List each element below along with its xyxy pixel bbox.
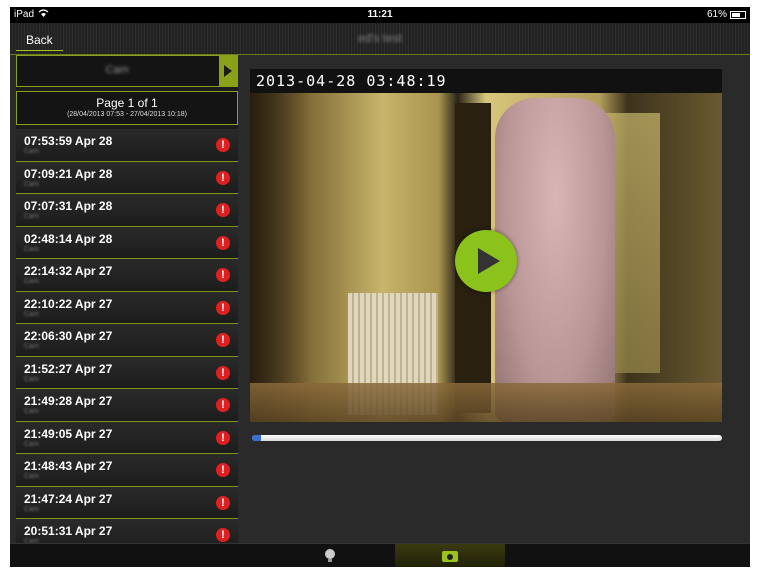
event-time: 21:49:05 Apr 27 xyxy=(24,426,113,441)
event-time: 21:48:43 Apr 27 xyxy=(24,459,113,473)
status-bar: iPad 11:21 61% xyxy=(10,7,750,23)
video-progress-fill xyxy=(252,435,262,441)
event-time: 07:07:31 Apr 28 xyxy=(24,199,113,213)
event-camera: Cam xyxy=(24,440,39,448)
webcam-icon xyxy=(325,549,335,563)
event-time: 02:48:14 Apr 28 xyxy=(24,231,113,246)
alert-icon: ! xyxy=(216,365,230,380)
event-row[interactable]: 22:06:30 Apr 27 Cam! xyxy=(16,324,238,357)
event-row[interactable]: 07:07:31 Apr 28 Cam! xyxy=(16,194,238,227)
event-time: 21:47:24 Apr 27 xyxy=(24,491,113,506)
event-row[interactable]: 22:14:32 Apr 27 Cam! xyxy=(16,259,238,292)
event-time: 07:53:59 Apr 28 xyxy=(24,134,113,148)
event-row[interactable]: 07:53:59 Apr 28 Cam! xyxy=(16,129,238,162)
event-row[interactable]: 21:49:05 Apr 27 Cam! xyxy=(16,421,238,454)
event-camera: Cam xyxy=(24,245,39,253)
alert-icon: ! xyxy=(216,235,230,250)
status-time: 11:21 xyxy=(367,9,393,20)
event-camera: Cam xyxy=(24,310,39,318)
video-timestamp: 2013-04-28 03:48:19 xyxy=(250,69,722,93)
video-progress-bar[interactable] xyxy=(252,435,722,441)
alert-icon: ! xyxy=(216,268,230,282)
event-camera: Cam xyxy=(24,408,39,415)
event-time: 22:06:30 Apr 27 xyxy=(24,329,113,343)
camera-selector[interactable]: Cam xyxy=(16,55,238,87)
battery-icon xyxy=(730,11,746,19)
event-list[interactable]: 07:53:59 Apr 28 Cam! 07:09:21 Apr 28 Cam! 07… xyxy=(16,129,238,543)
event-camera: Cam xyxy=(24,343,39,350)
play-icon xyxy=(478,248,500,274)
tab-live[interactable] xyxy=(310,544,350,567)
event-row[interactable]: 07:09:21 Apr 28 Cam! xyxy=(16,161,238,194)
event-row[interactable]: 21:49:28 Apr 27 Cam! xyxy=(16,389,238,422)
event-camera: Cam xyxy=(24,180,39,188)
alert-icon: ! xyxy=(216,463,230,477)
camera-next-button[interactable] xyxy=(219,56,237,86)
event-camera: Cam xyxy=(24,148,39,155)
alert-icon: ! xyxy=(216,203,230,217)
event-time: 07:09:21 Apr 28 xyxy=(24,166,113,181)
tab-events[interactable] xyxy=(395,544,505,567)
event-time: 21:52:27 Apr 27 xyxy=(24,361,113,376)
video-player[interactable] xyxy=(250,93,722,422)
ipad-screen: iPad 11:21 61% Back ed's test Cam Page 1… xyxy=(10,7,750,567)
nav-bar: Back ed's test xyxy=(10,23,750,55)
event-time: 22:10:22 Apr 27 xyxy=(24,296,113,311)
event-camera: Cam xyxy=(24,473,39,480)
event-row[interactable]: 22:10:22 Apr 27 Cam! xyxy=(16,291,238,324)
event-time: 22:14:32 Apr 27 xyxy=(24,264,113,278)
alert-icon: ! xyxy=(216,430,230,445)
nav-title: ed's test xyxy=(357,31,403,45)
video-frame-floor xyxy=(250,383,722,422)
event-time: 20:51:31 Apr 27 xyxy=(24,524,113,538)
video-frame-shade xyxy=(250,93,310,422)
event-camera: Cam xyxy=(24,375,39,383)
alert-icon: ! xyxy=(216,300,230,315)
battery-percent: 61% xyxy=(706,9,727,20)
page-range: (28/04/2013 07:53 - 27/04/2013 10:18) xyxy=(67,111,187,118)
event-camera: Cam xyxy=(24,213,39,220)
page-label: Page 1 of 1 xyxy=(96,96,158,110)
event-sidebar: Cam Page 1 of 1 (28/04/2013 07:53 - 27/0… xyxy=(16,55,238,543)
alert-icon: ! xyxy=(216,170,230,185)
page-indicator[interactable]: Page 1 of 1 (28/04/2013 07:53 - 27/04/20… xyxy=(16,91,238,125)
event-time: 21:49:28 Apr 27 xyxy=(24,394,113,408)
camera-selector-label: Cam xyxy=(105,64,129,76)
event-row[interactable]: 21:47:24 Apr 27 Cam! xyxy=(16,486,238,519)
camera-icon xyxy=(442,550,458,562)
event-row[interactable]: 02:48:14 Apr 28 Cam! xyxy=(16,226,238,259)
event-row[interactable]: 21:48:43 Apr 27 Cam! xyxy=(16,454,238,487)
tab-bar xyxy=(10,543,750,567)
alert-icon: ! xyxy=(216,138,230,152)
alert-icon: ! xyxy=(216,398,230,412)
battery: 61% xyxy=(707,7,746,23)
alert-icon: ! xyxy=(216,528,230,542)
alert-icon: ! xyxy=(216,495,230,510)
event-row[interactable]: 21:52:27 Apr 27 Cam! xyxy=(16,356,238,389)
alert-icon: ! xyxy=(216,333,230,347)
chevron-right-icon xyxy=(224,65,232,77)
event-camera: Cam xyxy=(24,505,39,513)
event-camera: Cam xyxy=(24,278,39,285)
event-row[interactable]: 20:51:31 Apr 27 Cam! xyxy=(16,519,238,543)
play-button[interactable] xyxy=(455,230,517,292)
